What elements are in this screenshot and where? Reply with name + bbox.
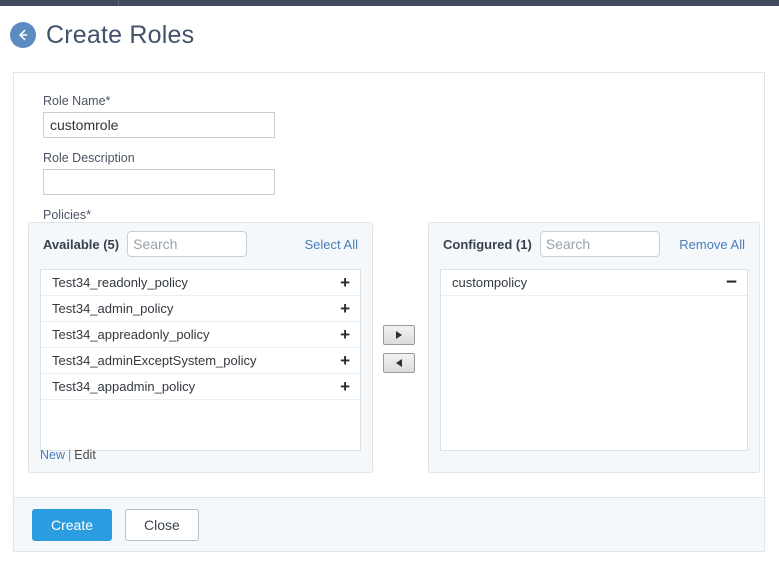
top-bar-divider [118,0,119,6]
list-item[interactable]: Test34_admin_policy + [41,296,360,322]
policy-name: Test34_adminExceptSystem_policy [52,353,332,368]
page-title: Create Roles [46,23,194,48]
move-left-button[interactable] [383,353,415,373]
close-button[interactable]: Close [125,509,199,541]
list-item[interactable]: Test34_readonly_policy + [41,270,360,296]
add-policy-icon[interactable]: + [332,300,350,317]
footer-separator: | [68,448,71,462]
list-item[interactable]: Test34_appreadonly_policy + [41,322,360,348]
available-panel-title: Available (5) [43,237,119,252]
add-policy-icon[interactable]: + [332,378,350,395]
role-description-input[interactable] [43,169,275,195]
available-panel-header: Available (5) Select All [29,223,372,265]
select-all-link[interactable]: Select All [305,237,358,252]
remove-policy-icon[interactable]: − [718,273,737,292]
form-footer: Create Close [13,497,765,552]
policy-name: Test34_readonly_policy [52,275,332,290]
create-button[interactable]: Create [32,509,112,541]
move-right-button[interactable] [383,325,415,345]
configured-search-input[interactable] [540,231,660,257]
available-policies-list[interactable]: Test34_readonly_policy + Test34_admin_po… [40,269,361,451]
list-item[interactable]: Test34_adminExceptSystem_policy + [41,348,360,374]
page-root: Create Roles Role Name* Role Description… [0,0,779,562]
available-panel-footer: New|Edit [40,448,96,462]
policy-name: custompolicy [452,275,718,290]
policies-label: Policies* [43,208,91,222]
edit-policy-link[interactable]: Edit [74,448,96,462]
available-search-input[interactable] [127,231,247,257]
configured-panel-header: Configured (1) Remove All [429,223,759,265]
app-top-bar [0,0,779,6]
page-header: Create Roles [10,22,194,48]
configured-policies-list[interactable]: custompolicy − [440,269,748,451]
triangle-left-icon [396,359,402,367]
back-arrow-icon[interactable] [10,22,36,48]
new-policy-link[interactable]: New [40,448,65,462]
list-item[interactable]: Test34_appadmin_policy + [41,374,360,400]
role-name-input[interactable] [43,112,275,138]
configured-policies-panel: Configured (1) Remove All custompolicy − [428,222,760,473]
available-policies-panel: Available (5) Select All Test34_readonly… [28,222,373,473]
policy-name: Test34_admin_policy [52,301,332,316]
list-item[interactable]: custompolicy − [441,270,747,296]
add-policy-icon[interactable]: + [332,326,350,343]
remove-all-link[interactable]: Remove All [679,237,745,252]
transfer-button-group [383,325,415,373]
role-name-label: Role Name* [43,94,110,108]
configured-panel-title: Configured (1) [443,237,532,252]
add-policy-icon[interactable]: + [332,274,350,291]
add-policy-icon[interactable]: + [332,352,350,369]
role-description-label: Role Description [43,151,135,165]
policy-name: Test34_appadmin_policy [52,379,332,394]
triangle-right-icon [396,331,402,339]
policy-name: Test34_appreadonly_policy [52,327,332,342]
